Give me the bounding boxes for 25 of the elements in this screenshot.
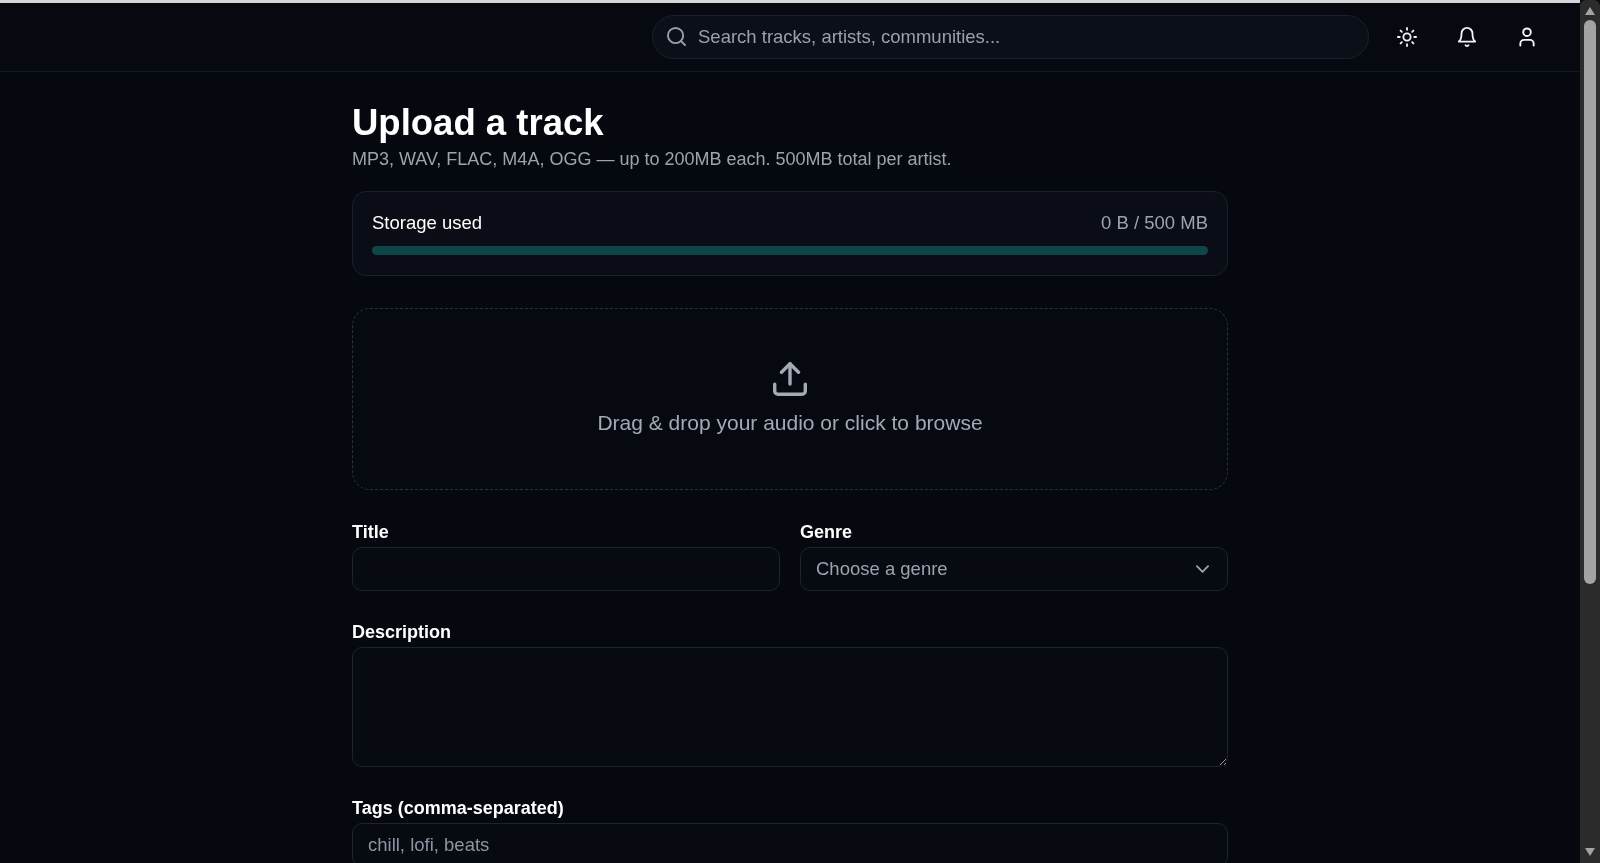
input-field[interactable]: chill, lofi, beats	[352, 823, 1228, 863]
field-label: Title	[352, 521, 390, 543]
field-label: Genre	[800, 521, 854, 543]
user-icon	[1517, 27, 1537, 47]
scrollbar-thumb[interactable]	[1584, 20, 1596, 584]
storage-reading: 0 B / 500 MB	[1101, 212, 1208, 234]
storage-label: Storage used	[372, 212, 483, 234]
scroll-down-icon[interactable]	[1585, 848, 1595, 856]
sun-icon	[1397, 27, 1417, 47]
page-subtitle: MP3, WAV, FLAC, M4A, OGG — up to 200MB each. 500MB total per artist.	[352, 148, 953, 170]
drop-zone[interactable]: Drag & drop your audio or click to browse	[352, 308, 1228, 490]
search-icon	[667, 27, 686, 46]
search-field[interactable]: Search tracks, artists, communities...	[652, 15, 1369, 59]
drop-zone-text: Drag & drop your audio or click to browse	[597, 410, 983, 436]
textarea-field[interactable]	[352, 647, 1228, 767]
bell-icon	[1457, 27, 1477, 47]
scroll-up-icon[interactable]	[1585, 7, 1595, 15]
scrollbar[interactable]	[1580, 0, 1600, 863]
input-field[interactable]	[352, 547, 780, 591]
upload-icon	[773, 362, 807, 396]
field-label: Description	[352, 621, 453, 643]
dropdown[interactable]: Choose a genre	[800, 547, 1228, 591]
field-label: Tags (comma-separated)	[352, 797, 565, 819]
page-title: Upload a track	[352, 102, 605, 144]
chevron-down-icon	[1196, 565, 1209, 573]
